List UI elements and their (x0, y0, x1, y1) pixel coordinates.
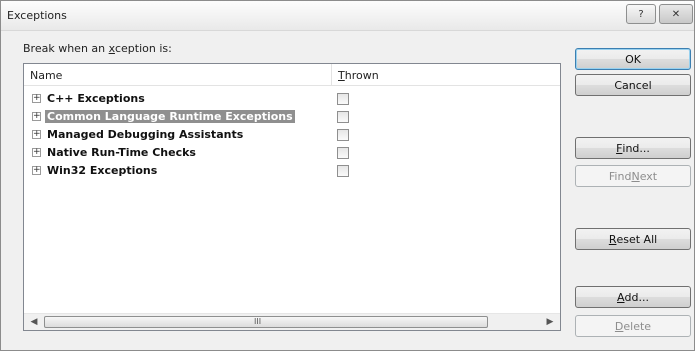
list-item[interactable]: + Native Run-Time Checks (24, 144, 560, 162)
break-when-label: Break when an xception is: (23, 42, 172, 55)
scroll-right-icon[interactable]: ▶ (542, 316, 558, 328)
exceptions-dialog: Exceptions ? ✕ Break when an xception is… (0, 0, 695, 351)
list-item[interactable]: + Common Language Runtime Exceptions (24, 108, 560, 126)
exception-category-label[interactable]: Win32 Exceptions (45, 164, 159, 177)
expand-icon[interactable]: + (32, 166, 41, 175)
scroll-thumb[interactable]: III (44, 316, 488, 328)
column-header-name[interactable]: Name (30, 69, 62, 82)
delete-button[interactable]: Delete (575, 315, 691, 337)
close-button[interactable]: ✕ (659, 4, 693, 24)
help-icon: ? (638, 8, 644, 20)
thrown-checkbox[interactable] (337, 147, 349, 159)
horizontal-scrollbar[interactable]: ◀ III ▶ (24, 313, 560, 330)
ok-button[interactable]: OK (575, 48, 691, 70)
exception-category-label[interactable]: Common Language Runtime Exceptions (45, 110, 295, 123)
find-button[interactable]: Find... (575, 137, 691, 159)
expand-icon[interactable]: + (32, 130, 41, 139)
list-item[interactable]: + C++ Exceptions (24, 90, 560, 108)
expand-icon[interactable]: + (32, 148, 41, 157)
reset-all-button[interactable]: Reset All (575, 228, 691, 250)
thrown-checkbox[interactable] (337, 129, 349, 141)
column-header-thrown[interactable]: Thrown (338, 69, 379, 82)
exception-category-label[interactable]: Managed Debugging Assistants (45, 128, 245, 141)
list-header: Name Thrown (24, 64, 560, 86)
exceptions-list[interactable]: Name Thrown + C++ Exceptions + Common La… (23, 63, 561, 331)
thrown-checkbox[interactable] (337, 111, 349, 123)
list-item[interactable]: + Win32 Exceptions (24, 162, 560, 180)
scroll-left-icon[interactable]: ◀ (26, 316, 42, 328)
list-item[interactable]: + Managed Debugging Assistants (24, 126, 560, 144)
title-bar[interactable]: Exceptions ? ✕ (1, 1, 694, 31)
column-divider[interactable] (331, 64, 332, 86)
window-title: Exceptions (7, 9, 67, 22)
exception-category-label[interactable]: Native Run-Time Checks (45, 146, 198, 159)
expand-icon[interactable]: + (32, 94, 41, 103)
thrown-checkbox[interactable] (337, 93, 349, 105)
exception-category-label[interactable]: C++ Exceptions (45, 92, 147, 105)
expand-icon[interactable]: + (32, 112, 41, 121)
add-button[interactable]: Add... (575, 286, 691, 308)
close-icon: ✕ (671, 8, 681, 20)
cancel-button[interactable]: Cancel (575, 74, 691, 96)
scroll-grip-icon: III (254, 317, 262, 326)
find-next-button[interactable]: Find Next (575, 165, 691, 187)
help-button[interactable]: ? (626, 4, 656, 24)
thrown-checkbox[interactable] (337, 165, 349, 177)
